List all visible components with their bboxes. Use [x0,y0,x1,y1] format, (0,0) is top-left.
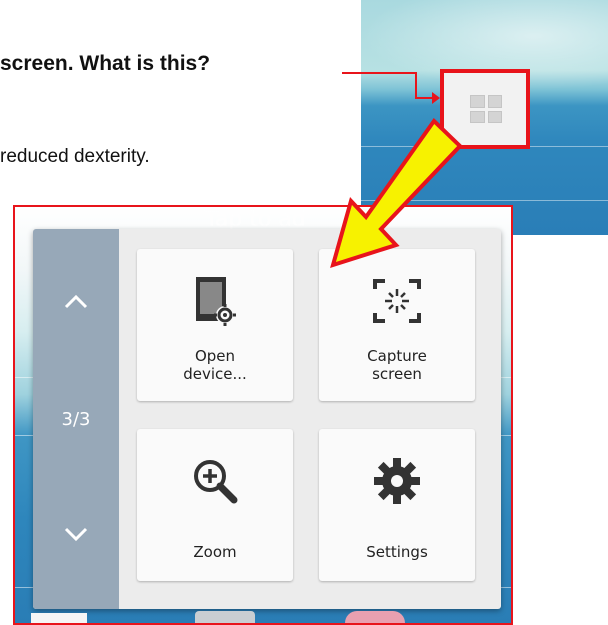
yellow-arrow [330,117,463,269]
